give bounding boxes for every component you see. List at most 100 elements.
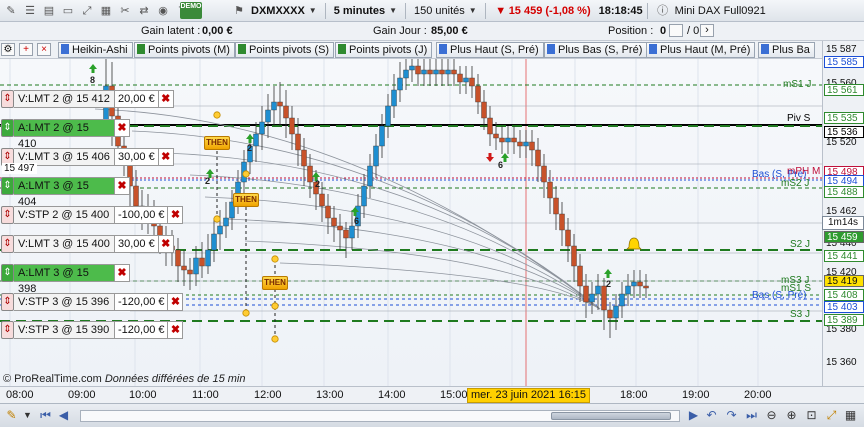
expand-icon[interactable]: ⤢ [79, 3, 95, 19]
order-row[interactable]: ⇕ A:LMT 2 @ 15 410 ✖ [1, 119, 130, 150]
scroll-end-icon[interactable]: ⏭ [744, 408, 759, 423]
top-toolbar: ✎ ☰ ▤ ▭ ⤢ ▦ ✂ ⇄ ◉ T DEMO ⚑ DXMXXXX▼ 5 mi… [0, 0, 864, 22]
pencil-icon[interactable]: ✎ [3, 3, 19, 19]
order-label[interactable]: V:STP 3 @ 15 390 [14, 321, 115, 339]
indicator-tab[interactable]: Plus Haut (S, Pré) [436, 42, 544, 58]
remove-indicator-button[interactable]: × [37, 43, 51, 56]
candle-body [181, 265, 187, 271]
cancel-order-icon[interactable]: ✖ [115, 119, 130, 137]
order-label[interactable]: A:LMT 2 @ 15 410 [14, 119, 115, 150]
then-badge[interactable]: THEN [262, 276, 288, 290]
camera-icon[interactable]: ◉ [155, 3, 171, 19]
chart-icon[interactable]: ▤ [41, 3, 57, 19]
then-badge[interactable]: THEN [204, 136, 230, 150]
flag-icon[interactable]: ⚑ [231, 3, 247, 19]
order-row[interactable]: ⇕ V:LMT 2 @ 15 412 20,00 € ✖ [1, 90, 174, 108]
cancel-order-icon[interactable]: ✖ [168, 321, 184, 339]
horizontal-scrollbar[interactable] [80, 410, 680, 422]
down-arrow-icon: ▼ [495, 4, 507, 17]
order-label[interactable]: V:LMT 3 @ 15 400 [14, 235, 115, 253]
indicator-tab[interactable]: Points pivots (J) [335, 42, 433, 58]
time-axis[interactable]: mer. 23 juin 2021 16:15 08:00 09:00 10:00 1… [0, 386, 864, 403]
scrollbar-thumb[interactable] [551, 412, 671, 420]
instrument-dropdown[interactable]: DXMXXXX ▼ [247, 2, 321, 20]
pencil-icon[interactable]: ✎ [4, 408, 19, 423]
demo-badge: DEMO [180, 2, 202, 19]
candle-body [499, 137, 505, 143]
order-label[interactable]: A:LMT 3 @ 15 404 [14, 177, 115, 208]
zoom-out-icon[interactable]: ⊖ [764, 408, 779, 423]
drag-handle-icon[interactable]: ⇕ [1, 264, 14, 282]
candle-body [583, 285, 589, 303]
order-row[interactable]: ⇕ V:STP 3 @ 15 396 -120,00 € ✖ [1, 293, 184, 311]
indicator-tab[interactable]: Plus Bas (S, Pré) [544, 42, 648, 58]
scroll-left-icon[interactable]: ◀ [56, 408, 71, 423]
then-badge[interactable]: THEN [233, 193, 259, 207]
drag-handle-icon[interactable]: ⇕ [1, 177, 14, 195]
order-row[interactable]: ⇕ V:STP 3 @ 15 390 -120,00 € ✖ [1, 321, 184, 339]
drag-handle-icon[interactable]: ⇕ [1, 206, 14, 224]
chevron-down-icon[interactable]: ▼ [20, 408, 35, 423]
indicator-tab[interactable]: Points pivots (M) [134, 42, 235, 58]
chevron-down-icon: ▼ [389, 6, 397, 15]
undo-icon[interactable]: ↶ [704, 408, 719, 423]
order-label[interactable]: V:LMT 2 @ 15 412 [14, 90, 115, 108]
sync-icon[interactable]: ⇄ [136, 3, 152, 19]
units-dropdown[interactable]: 150 unités ▼ [410, 2, 481, 20]
cancel-order-icon[interactable]: ✖ [168, 293, 184, 311]
position-more-button[interactable]: › [700, 24, 714, 37]
indicator-tab[interactable]: Points pivots (S) [235, 42, 335, 58]
candle-body [409, 65, 415, 71]
timeframe-dropdown[interactable]: 5 minutes ▼ [330, 2, 401, 20]
order-anchor-dot [242, 309, 250, 317]
order-row[interactable]: ⇕ V:STP 2 @ 15 400 -100,00 € ✖ [1, 206, 184, 224]
candle-body [259, 121, 265, 135]
time-tick-label: 15:00 [440, 389, 468, 401]
order-label[interactable]: V:STP 3 @ 15 396 [14, 293, 115, 311]
cancel-order-icon[interactable]: ✖ [115, 177, 130, 195]
zoom-fit-icon[interactable]: ⊡ [804, 408, 819, 423]
scroll-start-icon[interactable]: ⏮ [38, 408, 53, 423]
layout-icon[interactable]: ▦ [98, 3, 114, 19]
redo-icon[interactable]: ↷ [724, 408, 739, 423]
order-row[interactable]: ⇕ A:LMT 3 @ 15 404 ✖ [1, 177, 130, 208]
indicator-tab[interactable]: Plus Haut (M, Pré) [646, 42, 756, 58]
order-row[interactable]: ⇕ V:LMT 3 @ 15 400 30,00 € ✖ [1, 235, 174, 253]
price-chart[interactable]: 8 2 2 2 6 6 2 mS1 J Piv S Bas (S, Pré) mPH MmS2 J S… [0, 59, 822, 386]
cancel-order-icon[interactable]: ✖ [158, 90, 174, 108]
add-indicator-button[interactable]: + [19, 43, 33, 56]
order-label[interactable]: V:STP 2 @ 15 400 [14, 206, 115, 224]
drag-handle-icon[interactable]: ⇕ [1, 119, 14, 137]
indicator-tab[interactable]: Heikin-Ashi [58, 42, 133, 58]
layout-icon[interactable]: ▦ [843, 408, 858, 423]
scroll-right-icon[interactable]: ▶ [686, 408, 701, 423]
cancel-order-icon[interactable]: ✖ [168, 206, 184, 224]
candle-body [523, 141, 529, 147]
drag-handle-icon[interactable]: ⇕ [1, 293, 14, 311]
price-level-tag: 15 389 [824, 314, 864, 326]
cancel-order-icon[interactable]: ✖ [115, 264, 130, 282]
window-icon[interactable]: ▭ [60, 3, 76, 19]
order-row[interactable]: ⇕ A:LMT 3 @ 15 398 ✖ [1, 264, 130, 295]
tools-button[interactable]: ⚙ [1, 43, 15, 56]
expand-icon[interactable]: ⤢ [824, 408, 839, 423]
signal-count: 2 [247, 143, 252, 153]
cancel-order-icon[interactable]: ✖ [158, 235, 174, 253]
position-open-button[interactable] [669, 24, 683, 37]
toolbar-divider [405, 2, 406, 19]
info-icon[interactable]: ⓘ [655, 3, 671, 19]
candle-body [637, 281, 643, 287]
candle-body [631, 281, 637, 287]
list-icon[interactable]: ☰ [22, 3, 38, 19]
drag-handle-icon[interactable]: ⇕ [1, 321, 14, 339]
order-label[interactable]: A:LMT 3 @ 15 398 [14, 264, 115, 295]
candle-body [463, 77, 469, 83]
scissor-icon[interactable]: ✂ [117, 3, 133, 19]
cancel-order-icon[interactable]: ✖ [158, 148, 174, 166]
drag-handle-icon[interactable]: ⇕ [1, 90, 14, 108]
drag-handle-icon[interactable]: ⇕ [1, 235, 14, 253]
indicator-tab[interactable]: Plus Ba [758, 42, 815, 58]
price-axis[interactable]: 15 58715 56015 53615 52015 48015 46215 4… [822, 41, 864, 386]
candle-body [601, 285, 607, 311]
zoom-in-icon[interactable]: ⊕ [784, 408, 799, 423]
